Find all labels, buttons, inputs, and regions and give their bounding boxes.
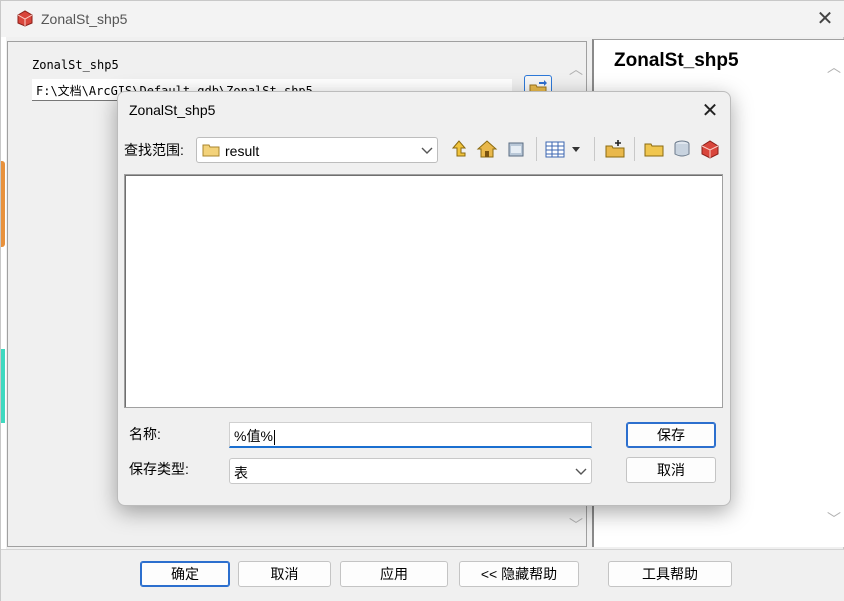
look-in-label: 查找范围: — [124, 142, 184, 158]
dialog-title: ZonalSt_shp5 — [129, 102, 216, 118]
view-details-icon[interactable] — [544, 138, 566, 160]
view-dropdown-icon[interactable] — [569, 138, 583, 160]
save-dialog: ZonalSt_shp5 ✕ 查找范围: result 名称: %值% 保存类型… — [117, 91, 731, 506]
close-icon[interactable]: ✕ — [698, 99, 722, 123]
name-label: 名称: — [129, 426, 161, 442]
apply-button[interactable]: 应用 — [340, 561, 448, 587]
chevron-down-icon — [575, 468, 587, 475]
help-title: ZonalSt_shp5 — [614, 50, 739, 71]
file-list[interactable] — [124, 174, 723, 408]
arcgis-toolbox-icon — [17, 10, 33, 27]
cancel-button[interactable]: 取消 — [238, 561, 331, 587]
look-in-value: result — [225, 143, 260, 159]
close-icon[interactable]: ✕ — [811, 7, 839, 31]
toolbox-icon[interactable] — [699, 138, 721, 160]
button-bar: 确定 取消 应用 << 隐藏帮助 工具帮助 — [1, 549, 844, 601]
background-element — [1, 349, 5, 423]
toolbar-separator — [634, 137, 635, 161]
chevron-down-icon — [421, 147, 433, 154]
save-button[interactable]: 保存 — [626, 422, 716, 448]
name-value: %值% — [234, 428, 273, 444]
save-type-value: 表 — [234, 465, 248, 481]
cancel-button[interactable]: 取消 — [626, 457, 716, 483]
hide-help-button[interactable]: << 隐藏帮助 — [459, 561, 579, 587]
home-icon[interactable] — [476, 138, 498, 160]
chevron-up-icon[interactable]: ︿ — [566, 60, 586, 78]
toolbar-separator — [536, 137, 537, 161]
save-type-dropdown[interactable]: 表 — [229, 458, 592, 484]
window-titlebar: ZonalSt_shp5 ✕ — [1, 1, 844, 37]
up-one-level-icon[interactable] — [448, 138, 470, 160]
save-type-label: 保存类型: — [129, 461, 189, 477]
connect-folder-icon[interactable] — [505, 138, 527, 160]
output-table-label: ZonalSt_shp5 — [32, 58, 119, 72]
tool-help-button[interactable]: 工具帮助 — [608, 561, 732, 587]
chevron-down-icon[interactable]: ﹀ — [824, 510, 844, 528]
folder-icon — [202, 144, 220, 157]
new-item-icon[interactable] — [604, 138, 626, 160]
background-strip — [1, 37, 6, 557]
new-folder-icon[interactable] — [643, 138, 665, 160]
background-element — [1, 161, 5, 247]
new-geodatabase-icon[interactable] — [671, 138, 693, 160]
name-input[interactable]: %值% — [229, 422, 592, 448]
window-title: ZonalSt_shp5 — [41, 11, 128, 27]
look-in-dropdown[interactable]: result — [196, 137, 438, 163]
text-caret — [273, 429, 275, 445]
ok-button[interactable]: 确定 — [140, 561, 230, 587]
chevron-up-icon[interactable]: ︿ — [824, 58, 844, 76]
toolbar-separator — [594, 137, 595, 161]
chevron-down-icon[interactable]: ﹀ — [566, 516, 586, 534]
